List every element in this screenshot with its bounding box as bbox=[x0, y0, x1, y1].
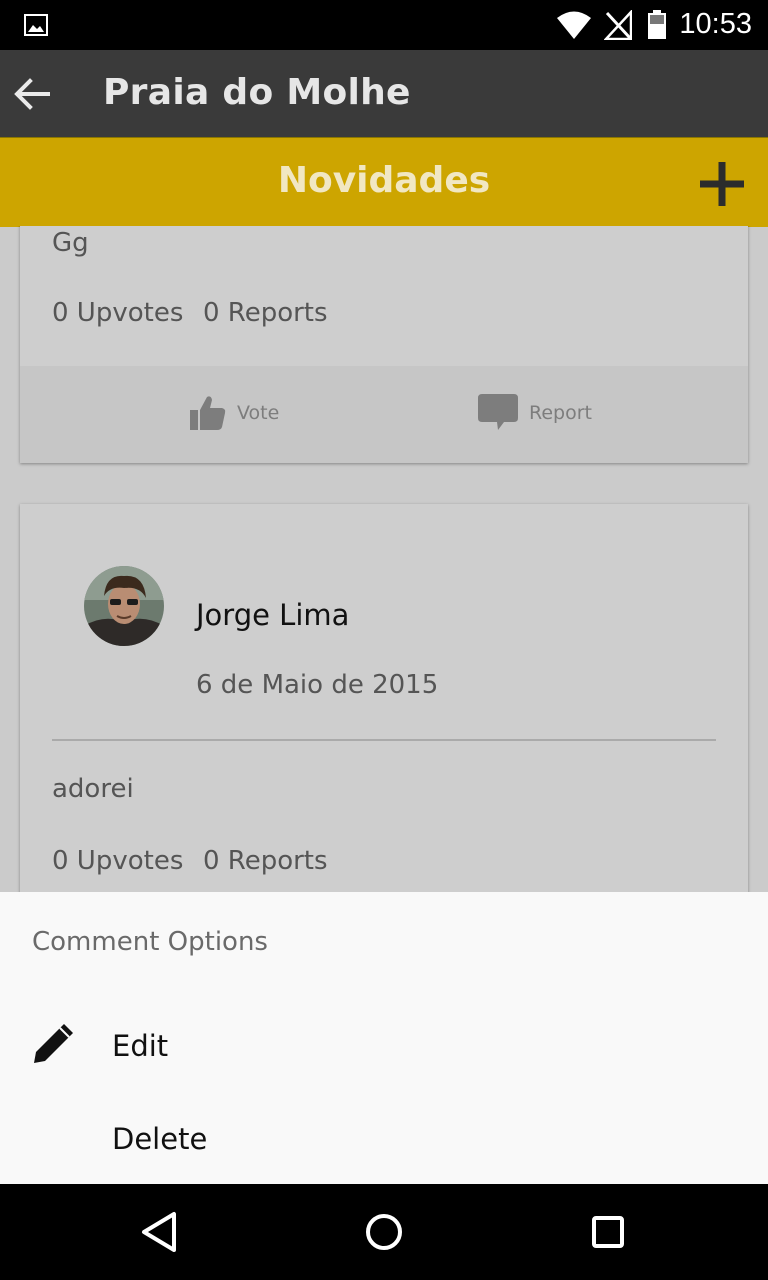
section-bar: Novidades bbox=[0, 137, 768, 227]
delete-label: Delete bbox=[112, 1122, 208, 1156]
post-text: adorei bbox=[52, 774, 134, 804]
battery-icon bbox=[648, 10, 666, 39]
no-signal-icon bbox=[604, 10, 632, 40]
status-clock: 10:53 bbox=[679, 8, 752, 40]
edit-label: Edit bbox=[112, 1029, 169, 1063]
speech-bubble-icon bbox=[478, 394, 518, 430]
pencil-icon bbox=[34, 1024, 73, 1063]
post-date: 6 de Maio de 2015 bbox=[196, 670, 439, 700]
plus-icon[interactable] bbox=[696, 158, 748, 210]
upvotes-count: 0 Upvotes bbox=[52, 846, 184, 876]
sheet-heading: Comment Options bbox=[32, 927, 268, 957]
status-bar: 10:53 bbox=[0, 0, 768, 50]
delete-option[interactable]: Delete bbox=[0, 1090, 768, 1182]
post-actions: Vote Report bbox=[20, 366, 748, 463]
avatar bbox=[84, 566, 164, 646]
post-card: Gg 0 Upvotes 0 Reports Vote Report bbox=[20, 226, 748, 463]
author-name: Jorge Lima bbox=[196, 598, 350, 632]
page-title: Praia do Molhe bbox=[103, 72, 411, 113]
arrow-left-icon[interactable] bbox=[12, 74, 52, 114]
image-icon bbox=[24, 14, 48, 36]
wifi-icon bbox=[557, 11, 591, 39]
post-text: Gg bbox=[52, 228, 89, 258]
section-title: Novidades bbox=[277, 160, 491, 201]
report-label: Report bbox=[529, 402, 592, 424]
app-bar: Praia do Molhe bbox=[0, 50, 768, 137]
divider bbox=[52, 739, 716, 741]
reports-count: 0 Reports bbox=[203, 298, 328, 328]
home-circle-icon[interactable] bbox=[360, 1208, 408, 1256]
back-triangle-icon[interactable] bbox=[136, 1208, 184, 1256]
post-card: Jorge Lima 6 de Maio de 2015 adorei 0 Up… bbox=[20, 504, 748, 892]
edit-option[interactable]: Edit bbox=[0, 997, 768, 1089]
vote-button[interactable]: Vote bbox=[180, 386, 320, 442]
report-button[interactable]: Report bbox=[470, 386, 630, 442]
system-nav-bar bbox=[0, 1184, 768, 1280]
vote-label: Vote bbox=[237, 402, 280, 424]
thumbs-up-icon bbox=[190, 396, 226, 430]
recents-square-icon[interactable] bbox=[584, 1208, 632, 1256]
upvotes-count: 0 Upvotes bbox=[52, 298, 184, 328]
comment-options-sheet: Comment Options Edit Delete bbox=[0, 892, 768, 1184]
reports-count: 0 Reports bbox=[203, 846, 328, 876]
feed-list[interactable]: Gg 0 Upvotes 0 Reports Vote Report Jorge… bbox=[0, 226, 768, 892]
